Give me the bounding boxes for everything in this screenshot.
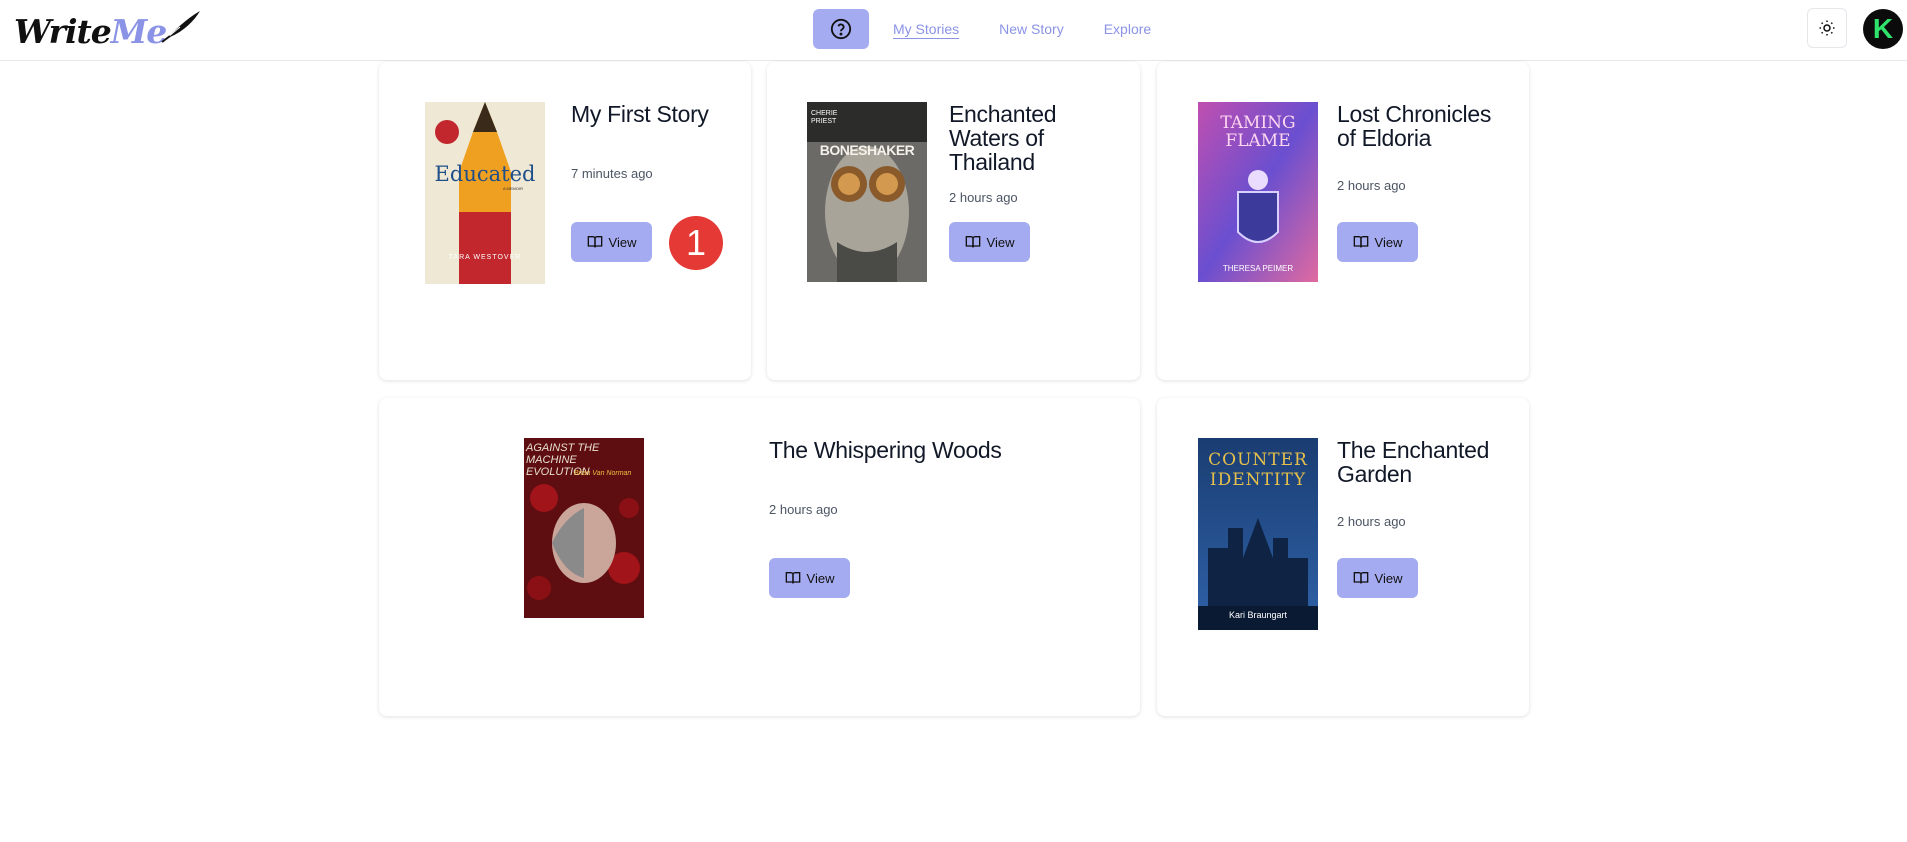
view-button-label: View (1374, 570, 1403, 586)
book-cover-image: TAMING FLAME THERESA PEIMER (1198, 102, 1318, 282)
story-card: AGAINST THE MACHINE EVOLUTION Brian Van … (379, 398, 1140, 716)
step-number-badge: 1 (669, 216, 723, 270)
story-timestamp: 2 hours ago (1337, 178, 1406, 193)
view-button-label: View (1374, 234, 1403, 250)
quill-icon (161, 11, 201, 43)
logo-write-text: Write (14, 11, 112, 51)
cover-author-text: CHERIE PRIEST (811, 110, 838, 125)
story-timestamp: 7 minutes ago (571, 166, 653, 181)
story-card: TAMING FLAME THERESA PEIMER Lost Chronic… (1157, 62, 1529, 380)
story-timestamp: 2 hours ago (949, 190, 1018, 205)
cover-author-text: TARA WESTOVER (448, 254, 522, 261)
cover-author-text: Brian Van Norman (574, 470, 632, 477)
book-open-icon (785, 572, 800, 584)
nav-my-stories[interactable]: My Stories (893, 21, 959, 37)
book-cover-image: AGAINST THE MACHINE EVOLUTION Brian Van … (524, 438, 644, 618)
sun-icon (1819, 20, 1835, 36)
book-cover-image: Educated A MEMOIR TARA WESTOVER (425, 102, 545, 284)
cover-title-text: TAMING FLAME (1220, 113, 1296, 151)
book-cover-image: COUNTER IDENTITY Kari Braungart (1198, 438, 1318, 630)
story-card: COUNTER IDENTITY Kari Braungart The Ench… (1157, 398, 1529, 716)
nav-new-story[interactable]: New Story (999, 21, 1064, 37)
story-timestamp: 2 hours ago (1337, 514, 1406, 529)
book-cover-image: CHERIE PRIEST BONESHAKER (807, 102, 927, 282)
view-button-label: View (986, 234, 1015, 250)
story-card: CHERIE PRIEST BONESHAKER Enchanted Water… (767, 62, 1140, 380)
story-title: Enchanted Waters of Thailand (949, 101, 1057, 175)
main-nav: My Stories New Story Explore (813, 9, 1151, 49)
cover-title-text: BONESHAKER (819, 142, 915, 158)
view-story-button[interactable]: View (571, 222, 652, 262)
view-story-button[interactable]: View (769, 558, 850, 598)
user-avatar[interactable]: K (1863, 9, 1903, 49)
avatar-initial: K (1872, 13, 1894, 44)
view-button-label: View (608, 234, 637, 250)
book-open-icon (1353, 236, 1368, 248)
view-story-button[interactable]: View (949, 222, 1030, 262)
story-title: Lost Chronicles of Eldoria (1337, 101, 1492, 151)
cover-tag-text: A MEMOIR (503, 186, 524, 191)
top-navbar: WriteMe My Stories New Story Explore K (0, 0, 1907, 61)
book-open-icon (587, 236, 602, 248)
theme-toggle-button[interactable] (1807, 8, 1847, 48)
cover-title-text: COUNTER IDENTITY (1208, 450, 1308, 490)
cover-title-text: Educated (434, 162, 536, 186)
view-story-button[interactable]: View (1337, 558, 1418, 598)
book-open-icon (965, 236, 980, 248)
story-timestamp: 2 hours ago (769, 502, 838, 517)
app-logo[interactable]: WriteMe (14, 8, 202, 54)
help-button[interactable] (813, 9, 869, 49)
story-title: The Enchanted Garden (1337, 437, 1490, 487)
logo-me-text: Me (110, 11, 168, 51)
nav-explore[interactable]: Explore (1104, 21, 1151, 37)
story-title: The Whispering Woods (769, 437, 1002, 463)
question-circle-icon (830, 18, 852, 40)
book-open-icon (1353, 572, 1368, 584)
view-button-label: View (806, 570, 835, 586)
cover-author-text: THERESA PEIMER (1222, 264, 1294, 273)
story-title: My First Story (571, 101, 709, 127)
view-story-button[interactable]: View (1337, 222, 1418, 262)
cover-author-text: Kari Braungart (1228, 610, 1288, 620)
